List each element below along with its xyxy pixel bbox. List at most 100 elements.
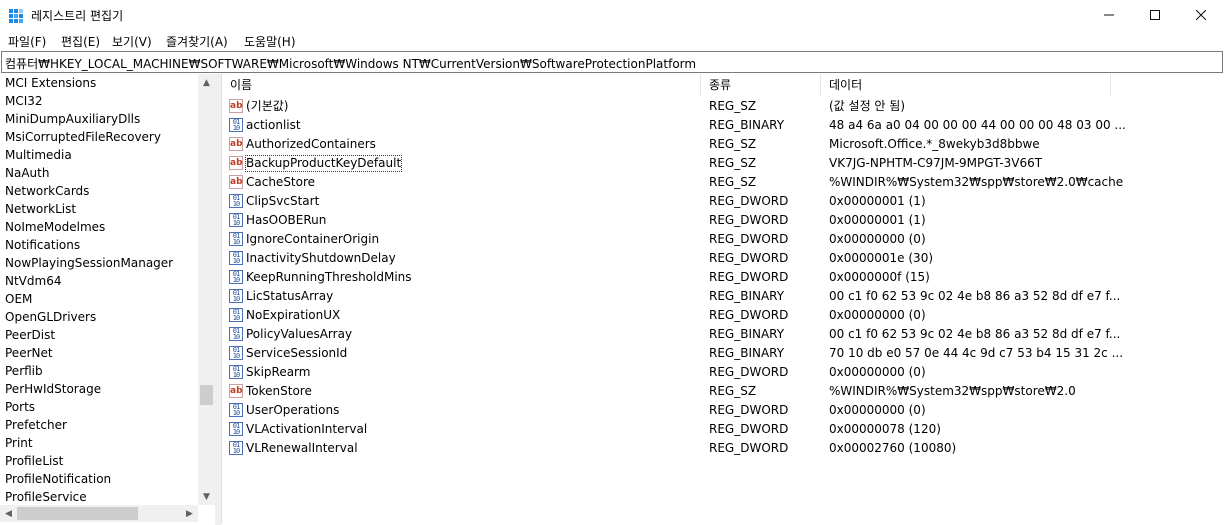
value-type: REG_DWORD [709, 365, 789, 379]
value-type: REG_SZ [709, 137, 757, 151]
tree-item[interactable]: Notifications [5, 236, 80, 254]
tree-item[interactable]: ProfileList [5, 452, 63, 470]
value-type: REG_SZ [709, 384, 757, 398]
value-type: REG_BINARY [709, 346, 785, 360]
value-row[interactable]: 01 10 IgnoreContainerOrigin REG_DWORD 0x0000… [222, 230, 1122, 249]
key-tree-pane[interactable]: MCI Extensions MCI32 MiniDumpAuxiliaryDlls… [0, 74, 216, 521]
value-row[interactable]: ab BackupProductKeyDefault REG_SZ VK7JG-NPH… [222, 154, 1122, 173]
value-type: REG_DWORD [709, 308, 789, 322]
value-row[interactable]: 01 10 SkipRearm REG_DWORD 0x00000000 (0) [222, 363, 1122, 382]
minimize-button[interactable] [1086, 0, 1132, 30]
tree-item[interactable]: NoImeModelmes [5, 218, 105, 236]
binary-value-icon: 01 10 [229, 232, 243, 246]
address-bar[interactable]: 컴퓨터₩HKEY_LOCAL_MACHINE₩SOFTWARE₩Microsof… [1, 51, 1223, 73]
value-row[interactable]: 01 10 UserOperations REG_DWORD 0x00000000 (0… [222, 401, 1122, 420]
value-data: 0x00000001 (1) [829, 213, 926, 227]
tree-item[interactable]: OpenGLDrivers [5, 308, 96, 326]
value-data: 0x0000000f (15) [829, 270, 930, 284]
value-row[interactable]: 01 10 actionlist REG_BINARY 48 a4 6a a0 04 0… [222, 116, 1126, 135]
menu-edit[interactable]: 편집(E) [61, 33, 100, 50]
minimize-icon [1104, 14, 1114, 16]
value-row[interactable]: ab CacheStore REG_SZ %WINDIR%₩System32₩spp₩… [222, 173, 1123, 192]
binary-value-icon: 01 10 [229, 213, 243, 227]
value-row[interactable]: 01 10 KeepRunningThresholdMins REG_DWORD 0x0… [222, 268, 1122, 287]
binary-value-icon: 01 10 [229, 327, 243, 341]
tree-item[interactable]: ProfileNotification [5, 470, 111, 488]
value-row[interactable]: ab AuthorizedContainers REG_SZ Microsoft.Of… [222, 135, 1122, 154]
tree-vertical-scrollbar[interactable]: ▲ ▼ [198, 74, 215, 505]
value-type: REG_BINARY [709, 289, 785, 303]
value-name: BackupProductKeyDefault [244, 155, 403, 172]
tree-item[interactable]: MCI32 [5, 92, 43, 110]
value-row[interactable]: 01 10 InactivityShutdownDelay REG_DWORD 0x00… [222, 249, 1122, 268]
value-row[interactable]: 01 10 PolicyValuesArray REG_BINARY 00 c1 f0 … [222, 325, 1122, 344]
tree-item[interactable]: MCI Extensions [5, 74, 96, 92]
value-name: KeepRunningThresholdMins [246, 270, 412, 284]
title-bar[interactable]: 레지스트리 편집기 [0, 0, 1224, 30]
value-type: REG_DWORD [709, 403, 789, 417]
value-data: 0x00000078 (120) [829, 422, 941, 436]
value-row[interactable]: 01 10 VLRenewalInterval REG_DWORD 0x00002760… [222, 439, 1122, 458]
tree-horizontal-scrollbar[interactable]: ◀ ▶ [0, 505, 198, 522]
value-data: VK7JG-NPHTM-C97JM-9MPGT-3V66T [829, 156, 1043, 170]
tree-item[interactable]: NowPlayingSessionManager [5, 254, 173, 272]
value-name: CacheStore [246, 175, 316, 189]
values-list[interactable]: 이름 종류 데이터 ab (기본값) REG_SZ (값 설정 안 됨) 01 10 act… [221, 74, 1223, 523]
regedit-app-icon [9, 9, 23, 23]
menu-file[interactable]: 파일(F) [8, 33, 46, 50]
scroll-up-icon[interactable]: ▲ [198, 74, 215, 91]
scroll-right-icon[interactable]: ▶ [181, 505, 198, 522]
value-data: 00 c1 f0 62 53 9c 02 4e b8 86 a3 52 8d d… [829, 289, 1121, 303]
value-data: (값 설정 안 됨) [829, 99, 906, 113]
value-name: IgnoreContainerOrigin [246, 232, 380, 246]
tree-item[interactable]: Multimedia [5, 146, 72, 164]
value-row[interactable]: 01 10 VLActivationInterval REG_DWORD 0x00000… [222, 420, 1122, 439]
tree-item[interactable]: ProfileService [5, 488, 87, 506]
value-row[interactable]: 01 10 ClipSvcStart REG_DWORD 0x00000001 (1) [222, 192, 1122, 211]
close-button[interactable] [1178, 0, 1224, 30]
menu-help[interactable]: 도움말(H) [244, 33, 296, 50]
value-type: REG_BINARY [709, 327, 785, 341]
scroll-left-icon[interactable]: ◀ [0, 505, 17, 522]
value-row[interactable]: 01 10 NoExpirationUX REG_DWORD 0x00000000 (0… [222, 306, 1122, 325]
tree-item[interactable]: OEM [5, 290, 32, 308]
tree-hscroll-thumb[interactable] [17, 507, 138, 520]
menu-favorites[interactable]: 즐겨찾기(A) [166, 33, 228, 50]
tree-item[interactable]: NaAuth [5, 164, 49, 182]
tree-item[interactable]: NtVdm64 [5, 272, 61, 290]
tree-vscroll-thumb[interactable] [200, 385, 213, 405]
tree-item[interactable]: NetworkCards [5, 182, 89, 200]
value-name: VLRenewalInterval [246, 441, 358, 455]
value-name: ServiceSessionId [246, 346, 348, 360]
value-name: SkipRearm [246, 365, 311, 379]
column-header-type[interactable]: 종류 [701, 74, 821, 96]
value-row[interactable]: ab TokenStore REG_SZ %WINDIR%₩System32₩spp₩… [222, 382, 1122, 401]
value-name: LicStatusArray [246, 289, 334, 303]
value-row[interactable]: 01 10 ServiceSessionId REG_BINARY 70 10 db e… [222, 344, 1123, 363]
column-header-data[interactable]: 데이터 [821, 74, 1111, 96]
value-type: REG_SZ [709, 99, 757, 113]
value-row[interactable]: 01 10 HasOOBERun REG_DWORD 0x00000001 (1) [222, 211, 1122, 230]
value-row[interactable]: 01 10 LicStatusArray REG_BINARY 00 c1 f0 62 … [222, 287, 1122, 306]
tree-item[interactable]: MiniDumpAuxiliaryDlls [5, 110, 140, 128]
tree-item[interactable]: Ports [5, 398, 35, 416]
tree-item[interactable]: Perflib [5, 362, 43, 380]
tree-item[interactable]: NetworkList [5, 200, 76, 218]
value-name: (기본값) [246, 99, 289, 113]
tree-item[interactable]: MsiCorruptedFileRecovery [5, 128, 161, 146]
value-type: REG_DWORD [709, 251, 789, 265]
menu-view[interactable]: 보기(V) [112, 33, 152, 50]
maximize-button[interactable] [1132, 0, 1178, 30]
tree-item[interactable]: Print [5, 434, 33, 452]
scroll-down-icon[interactable]: ▼ [198, 488, 215, 505]
value-type: REG_BINARY [709, 118, 785, 132]
address-path[interactable]: 컴퓨터₩HKEY_LOCAL_MACHINE₩SOFTWARE₩Microsof… [5, 55, 696, 72]
tree-item[interactable]: PeerNet [5, 344, 53, 362]
tree-item[interactable]: PeerDist [5, 326, 55, 344]
tree-item[interactable]: PerHwIdStorage [5, 380, 101, 398]
value-data: 0x00000001 (1) [829, 194, 926, 208]
value-data: Microsoft.Office.*_8wekyb3d8bbwe [829, 137, 1040, 151]
tree-item[interactable]: Prefetcher [5, 416, 67, 434]
value-row[interactable]: ab (기본값) REG_SZ (값 설정 안 됨) [222, 97, 1122, 116]
column-header-name[interactable]: 이름 [222, 74, 701, 96]
